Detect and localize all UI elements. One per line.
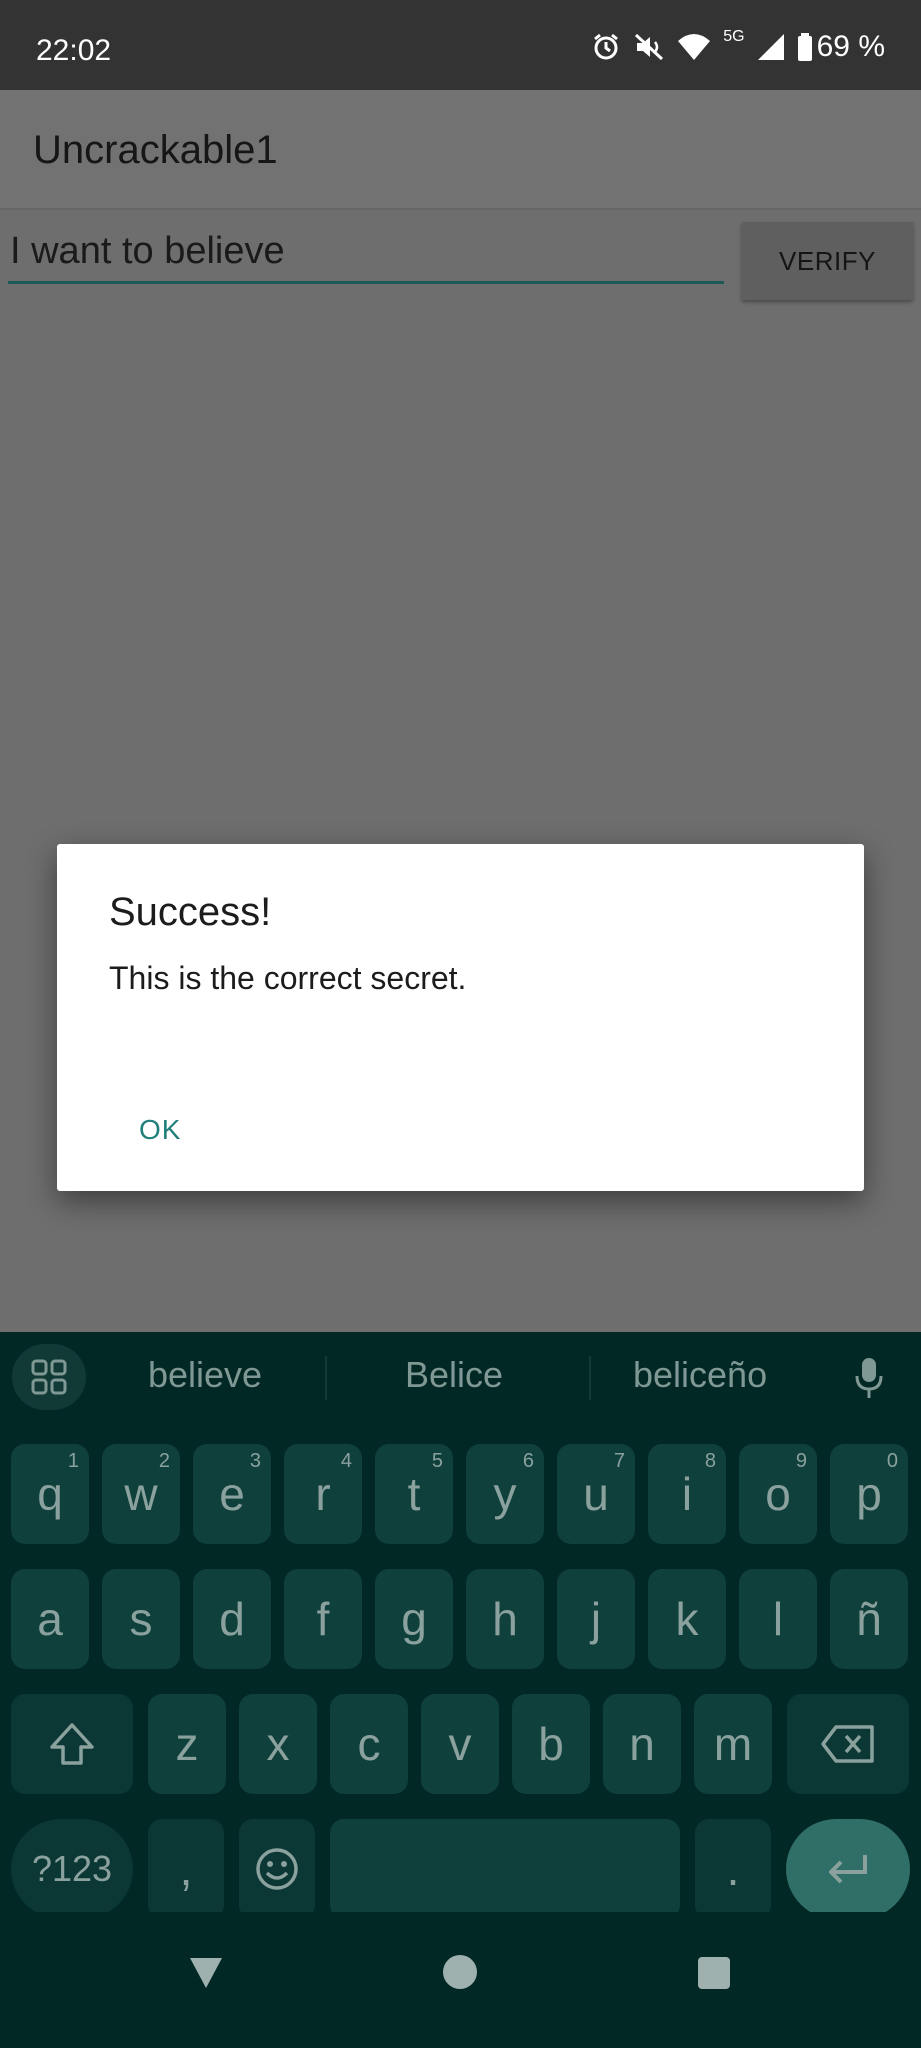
mic-icon[interactable] xyxy=(854,1356,884,1400)
home-icon[interactable] xyxy=(440,1952,480,1992)
key-e[interactable]: e3 xyxy=(193,1444,271,1544)
key-x[interactable]: x xyxy=(239,1694,317,1794)
key-label: q xyxy=(37,1468,63,1520)
key-p[interactable]: p0 xyxy=(830,1444,908,1544)
battery-percent: 69 % xyxy=(816,30,885,63)
key-label: i xyxy=(681,1468,693,1520)
mute-icon xyxy=(635,33,664,61)
status-bar: 22:02 5G 69 % xyxy=(0,0,921,90)
key-q[interactable]: q1 xyxy=(11,1444,89,1544)
key-label: o xyxy=(765,1468,791,1520)
secret-input[interactable]: I want to believe xyxy=(8,226,724,284)
ok-button[interactable]: OK xyxy=(129,1108,191,1152)
verify-button[interactable]: VERIFY xyxy=(742,222,913,300)
key-label: r xyxy=(315,1468,331,1520)
key-d[interactable]: d xyxy=(193,1569,271,1669)
status-icons: 5G 69 % xyxy=(591,28,885,64)
key-label: w xyxy=(124,1468,158,1520)
key-hint: 2 xyxy=(158,1450,170,1472)
network-label: 5G xyxy=(723,28,745,45)
alarm-icon xyxy=(594,33,619,60)
back-icon[interactable] xyxy=(186,1952,226,1992)
key-hint: 5 xyxy=(431,1450,443,1472)
status-time: 22:02 xyxy=(36,34,112,67)
key-b[interactable]: b xyxy=(512,1694,590,1794)
secret-input-row: I want to believe VERIFY xyxy=(0,220,921,330)
key-k[interactable]: k xyxy=(648,1569,726,1669)
key-h[interactable]: h xyxy=(466,1569,544,1669)
key-label: e xyxy=(219,1468,245,1520)
backspace-key[interactable] xyxy=(787,1694,909,1794)
key-z[interactable]: z xyxy=(148,1694,226,1794)
key-hint: 7 xyxy=(613,1450,625,1472)
success-dialog: Success! This is the correct secret. OK xyxy=(57,844,864,1191)
key-l[interactable]: l xyxy=(739,1569,817,1669)
signal-icon xyxy=(757,34,784,60)
app-toolbar: Uncrackable1 xyxy=(0,90,921,210)
navigation-bar xyxy=(0,1912,921,2048)
key-i[interactable]: i8 xyxy=(648,1444,726,1544)
key-label: y xyxy=(493,1468,517,1520)
key-y[interactable]: y6 xyxy=(466,1444,544,1544)
suggestion-3[interactable]: beliceño xyxy=(633,1354,767,1396)
apps-grid-button[interactable] xyxy=(12,1344,86,1410)
key-ñ[interactable]: ñ xyxy=(830,1569,908,1669)
key-hint: 6 xyxy=(522,1450,534,1472)
key-a[interactable]: a xyxy=(11,1569,89,1669)
key-n[interactable]: n xyxy=(603,1694,681,1794)
app-title: Uncrackable1 xyxy=(33,128,278,172)
key-hint: 4 xyxy=(340,1450,352,1472)
key-w[interactable]: w2 xyxy=(102,1444,180,1544)
symbols-key[interactable]: ?123 xyxy=(11,1819,133,1919)
key-j[interactable]: j xyxy=(557,1569,635,1669)
key-o[interactable]: o9 xyxy=(739,1444,817,1544)
battery-group: 69 % xyxy=(797,30,885,64)
key-hint: 8 xyxy=(704,1450,716,1472)
key-s[interactable]: s xyxy=(102,1569,180,1669)
backspace-icon xyxy=(821,1725,874,1763)
shift-key[interactable] xyxy=(11,1694,133,1794)
suggestion-divider xyxy=(325,1356,327,1400)
dialog-title: Success! xyxy=(109,890,272,934)
recents-icon[interactable] xyxy=(696,1952,732,1992)
enter-icon xyxy=(829,1855,867,1884)
key-hint: 1 xyxy=(67,1450,79,1472)
comma-key[interactable]: , xyxy=(148,1819,224,1919)
key-v[interactable]: v xyxy=(421,1694,499,1794)
wifi-icon xyxy=(678,34,711,60)
key-hint: 9 xyxy=(795,1450,807,1472)
key-t[interactable]: t5 xyxy=(375,1444,453,1544)
key-hint: 0 xyxy=(886,1450,898,1472)
key-m[interactable]: m xyxy=(694,1694,772,1794)
battery-icon xyxy=(797,33,812,61)
key-f[interactable]: f xyxy=(284,1569,362,1669)
key-g[interactable]: g xyxy=(375,1569,453,1669)
emoji-key[interactable] xyxy=(239,1819,315,1919)
space-key[interactable] xyxy=(330,1819,680,1919)
key-label: p xyxy=(856,1468,882,1520)
suggestion-bar: believe Belice beliceño xyxy=(0,1332,921,1422)
suggestion-1[interactable]: believe xyxy=(148,1354,262,1396)
grid-icon xyxy=(31,1359,67,1395)
key-u[interactable]: u7 xyxy=(557,1444,635,1544)
suggestion-2[interactable]: Belice xyxy=(405,1354,503,1396)
shift-icon xyxy=(50,1723,94,1765)
key-label: u xyxy=(583,1468,609,1520)
emoji-icon xyxy=(256,1848,298,1890)
suggestion-divider xyxy=(589,1356,591,1400)
dialog-message: This is the correct secret. xyxy=(109,960,467,996)
key-r[interactable]: r4 xyxy=(284,1444,362,1544)
key-hint: 3 xyxy=(249,1450,261,1472)
enter-key[interactable] xyxy=(786,1819,910,1919)
period-key[interactable]: . xyxy=(695,1819,771,1919)
key-label: t xyxy=(407,1468,421,1520)
key-c[interactable]: c xyxy=(330,1694,408,1794)
soft-keyboard: believe Belice beliceño q1w2e3r4t5y6u7i8… xyxy=(0,1332,921,1919)
